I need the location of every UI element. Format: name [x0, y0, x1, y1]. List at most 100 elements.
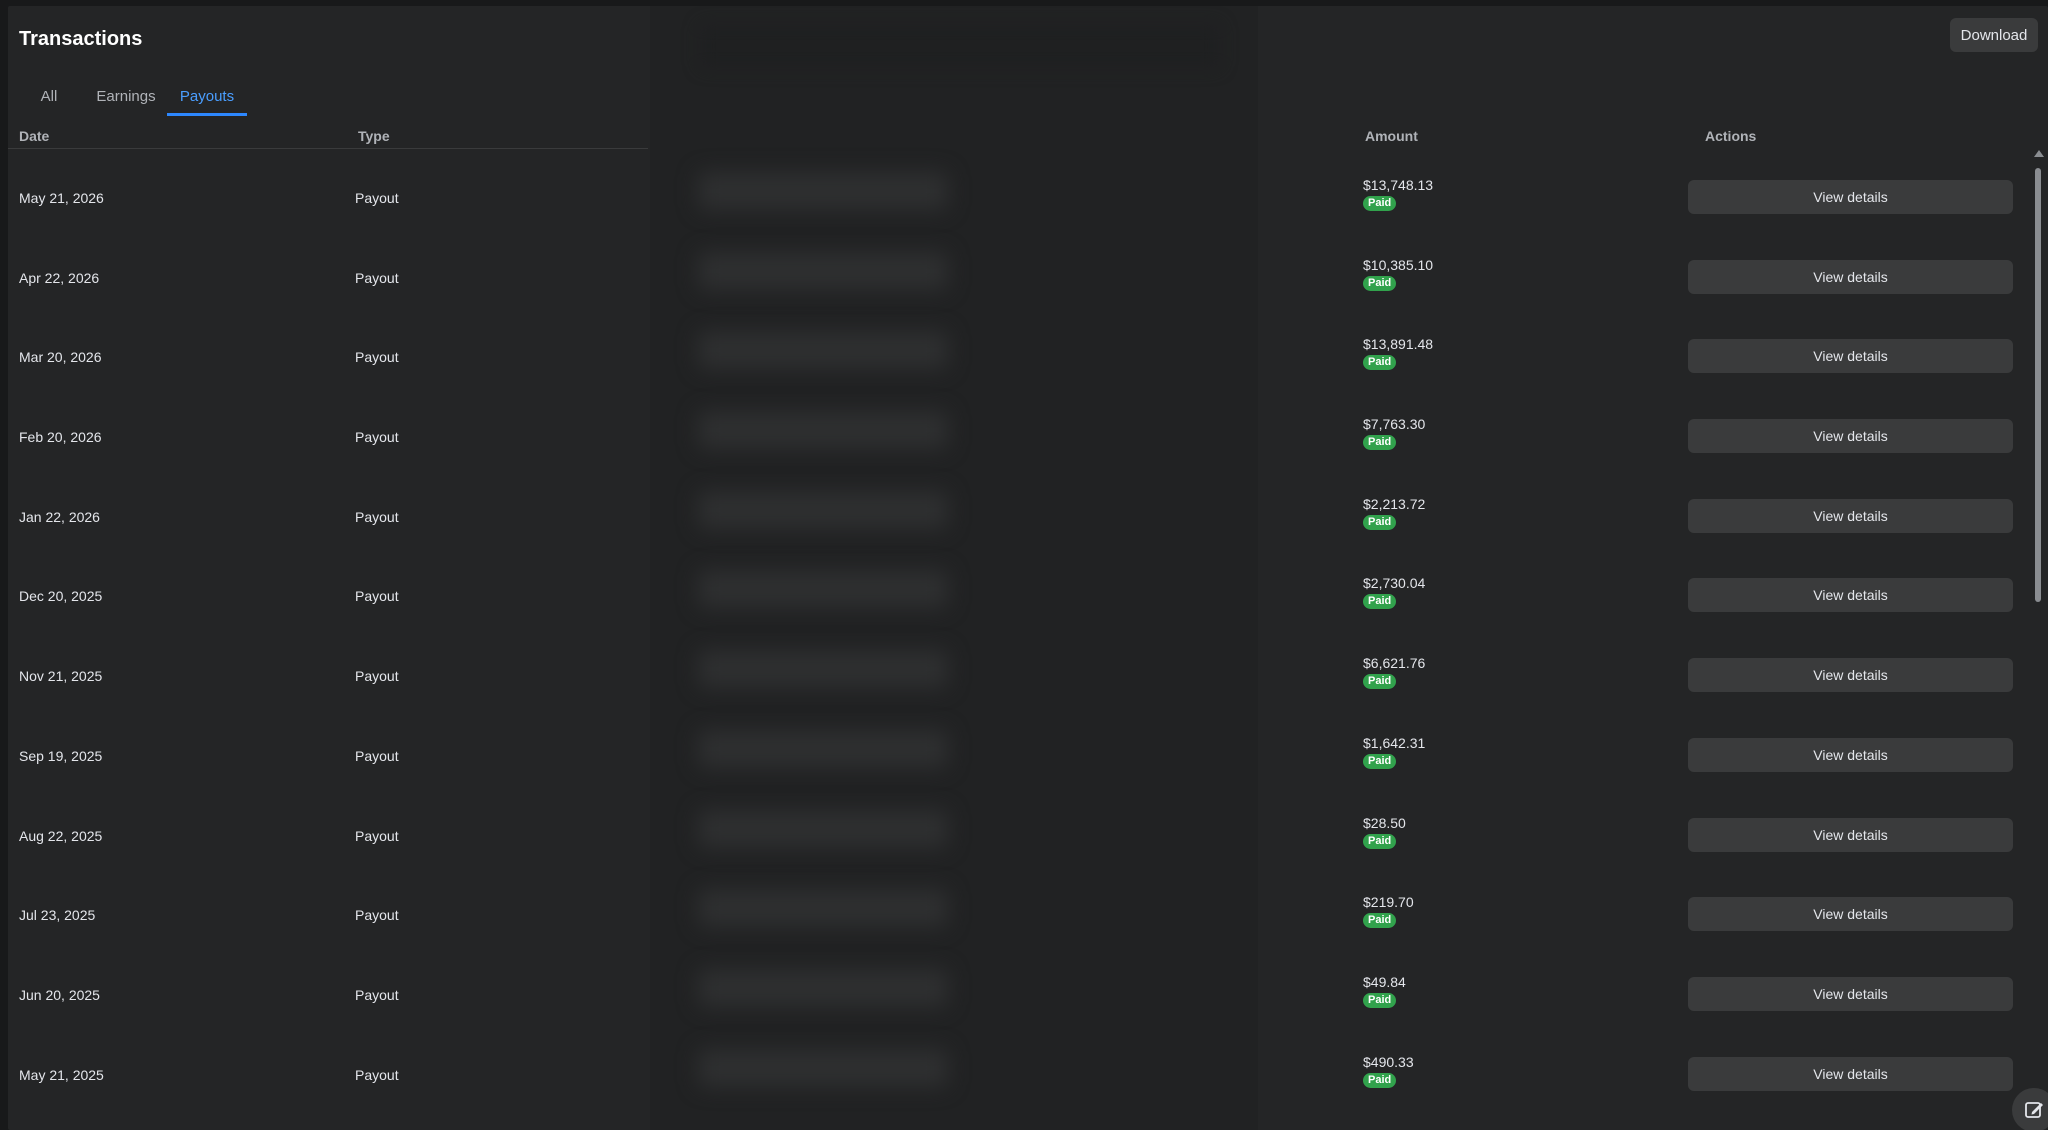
column-header-actions: Actions — [1705, 128, 1757, 144]
tab-earnings[interactable]: Earnings — [89, 78, 163, 116]
redacted-cell — [698, 570, 948, 609]
scroll-up-arrow-icon[interactable] — [2034, 150, 2044, 157]
row-amount-cell: $6,621.76 Paid — [1363, 655, 1426, 690]
status-badge: Paid — [1363, 355, 1397, 371]
row-type: Payout — [355, 747, 399, 764]
redacted-cell — [698, 490, 948, 529]
row-type: Payout — [355, 429, 399, 446]
redacted-cell — [698, 331, 948, 370]
row-amount: $49.84 — [1363, 973, 1406, 990]
scroll-thumb[interactable] — [2035, 168, 2041, 602]
status-badge: Paid — [1363, 275, 1397, 291]
row-date: Nov 21, 2025 — [19, 668, 103, 685]
view-details-button[interactable]: View details — [1688, 419, 2013, 454]
table-row: Jun 20, 2025 Payout $49.84 Paid View details — [8, 947, 2028, 1027]
row-amount-cell: $13,891.48 Paid — [1363, 336, 1434, 371]
row-type: Payout — [355, 827, 399, 844]
scrollbar[interactable] — [2032, 150, 2044, 1130]
redacted-cell — [698, 729, 948, 768]
view-details-button[interactable]: View details — [1688, 498, 2013, 533]
view-details-button[interactable]: View details — [1688, 1056, 2013, 1091]
row-date: Feb 20, 2026 — [19, 429, 102, 446]
table-row: Feb 20, 2026 Payout $7,763.30 Paid View deta… — [8, 389, 2028, 469]
table-row: Dec 20, 2025 Payout $2,730.04 Paid View deta… — [8, 548, 2028, 628]
row-date: Jan 22, 2026 — [19, 508, 100, 525]
status-badge: Paid — [1363, 196, 1397, 211]
redacted-cell — [698, 411, 948, 450]
table-row: May 21, 2026 Payout $13,748.13 Paid View det… — [8, 150, 2028, 230]
table-row: Mar 20, 2026 Payout $13,891.48 Paid View det… — [8, 309, 2028, 389]
row-date: Mar 20, 2026 — [19, 349, 102, 366]
redacted-cell — [698, 809, 948, 848]
table-row: May 21, 2025 Payout $490.33 Paid View detail… — [8, 1027, 2028, 1107]
row-date: Jun 20, 2025 — [19, 986, 100, 1003]
row-date: May 21, 2025 — [19, 1066, 104, 1083]
column-header-amount[interactable]: Amount — [1365, 128, 1418, 144]
row-amount-cell: $13,748.13 Paid — [1363, 177, 1433, 211]
row-amount: $1,642.31 — [1363, 734, 1426, 751]
row-type: Payout — [355, 588, 399, 605]
header-divider — [8, 148, 648, 149]
row-date: Apr 22, 2026 — [19, 269, 100, 286]
row-amount-cell: $2,730.04 Paid — [1363, 575, 1426, 610]
redacted-cell — [698, 968, 948, 1007]
row-type: Payout — [355, 349, 399, 366]
table-row: Aug 22, 2025 Payout $28.50 Paid View details — [8, 788, 2028, 868]
view-details-button[interactable]: View details — [1688, 259, 2013, 294]
view-details-button[interactable]: View details — [1688, 976, 2013, 1011]
edit-button[interactable] — [2012, 1088, 2048, 1130]
tab-all[interactable]: All — [34, 78, 64, 116]
row-date: Jul 23, 2025 — [19, 907, 96, 924]
transactions-panel: Transactions Download All Earnings Payou… — [8, 6, 2048, 1130]
status-badge: Paid — [1363, 753, 1397, 769]
row-amount: $13,891.48 — [1363, 336, 1434, 353]
status-badge: Paid — [1363, 435, 1397, 451]
status-badge: Paid — [1363, 913, 1397, 929]
row-amount: $13,748.13 — [1363, 177, 1434, 193]
status-badge: Paid — [1363, 674, 1397, 690]
table-row: Nov 21, 2025 Payout $6,621.76 Paid View deta… — [8, 628, 2028, 708]
view-details-button[interactable]: View details — [1688, 578, 2013, 613]
row-type: Payout — [355, 508, 399, 525]
column-header-type[interactable]: Type — [358, 128, 390, 144]
row-amount: $2,213.72 — [1363, 495, 1426, 512]
view-details-button[interactable]: View details — [1688, 658, 2013, 693]
redacted-cell — [698, 172, 948, 210]
table-row: Jul 23, 2025 Payout $219.70 Paid View detail… — [8, 867, 2028, 947]
row-amount-cell: $10,385.10 Paid — [1363, 257, 1433, 291]
edit-icon — [2025, 1102, 2043, 1118]
tab-payouts[interactable]: Payouts — [167, 78, 247, 116]
row-date: Aug 22, 2025 — [19, 827, 103, 844]
row-amount: $10,385.10 — [1363, 256, 1434, 273]
view-details-button[interactable]: View details — [1688, 817, 2013, 852]
transactions-table-body: May 21, 2026 Payout $13,748.13 Paid View det… — [8, 150, 2028, 1106]
download-button[interactable]: Download — [1950, 18, 2038, 52]
redacted-cell — [698, 1048, 948, 1087]
row-type: Payout — [355, 907, 399, 924]
row-amount: $490.33 — [1363, 1053, 1414, 1070]
table-row: Jan 22, 2026 Payout $2,213.72 Paid View deta… — [8, 469, 2028, 549]
row-amount-cell: $490.33 Paid — [1363, 1054, 1414, 1088]
row-type: Payout — [355, 1066, 399, 1083]
row-date: May 21, 2026 — [19, 190, 104, 206]
view-details-button[interactable]: View details — [1688, 737, 2013, 772]
row-amount: $2,730.04 — [1363, 575, 1426, 592]
column-header-date[interactable]: Date — [19, 128, 49, 144]
row-amount-cell: $1,642.31 Paid — [1363, 735, 1425, 769]
row-type: Payout — [355, 986, 399, 1003]
row-date: Dec 20, 2025 — [19, 588, 103, 605]
row-amount: $28.50 — [1363, 814, 1406, 831]
row-amount-cell: $219.70 Paid — [1363, 894, 1414, 929]
view-details-button[interactable]: View details — [1688, 339, 2013, 374]
row-amount-cell: $28.50 Paid — [1363, 815, 1406, 849]
status-badge: Paid — [1363, 833, 1397, 849]
status-badge: Paid — [1363, 514, 1397, 530]
redacted-cell — [698, 650, 948, 689]
status-badge: Paid — [1363, 992, 1397, 1008]
status-badge: Paid — [1363, 1072, 1397, 1088]
redacted-cell — [698, 889, 948, 928]
row-amount: $6,621.76 — [1363, 655, 1426, 672]
view-details-button[interactable]: View details — [1688, 180, 2013, 214]
view-details-button[interactable]: View details — [1688, 897, 2013, 932]
row-type: Payout — [355, 190, 399, 206]
